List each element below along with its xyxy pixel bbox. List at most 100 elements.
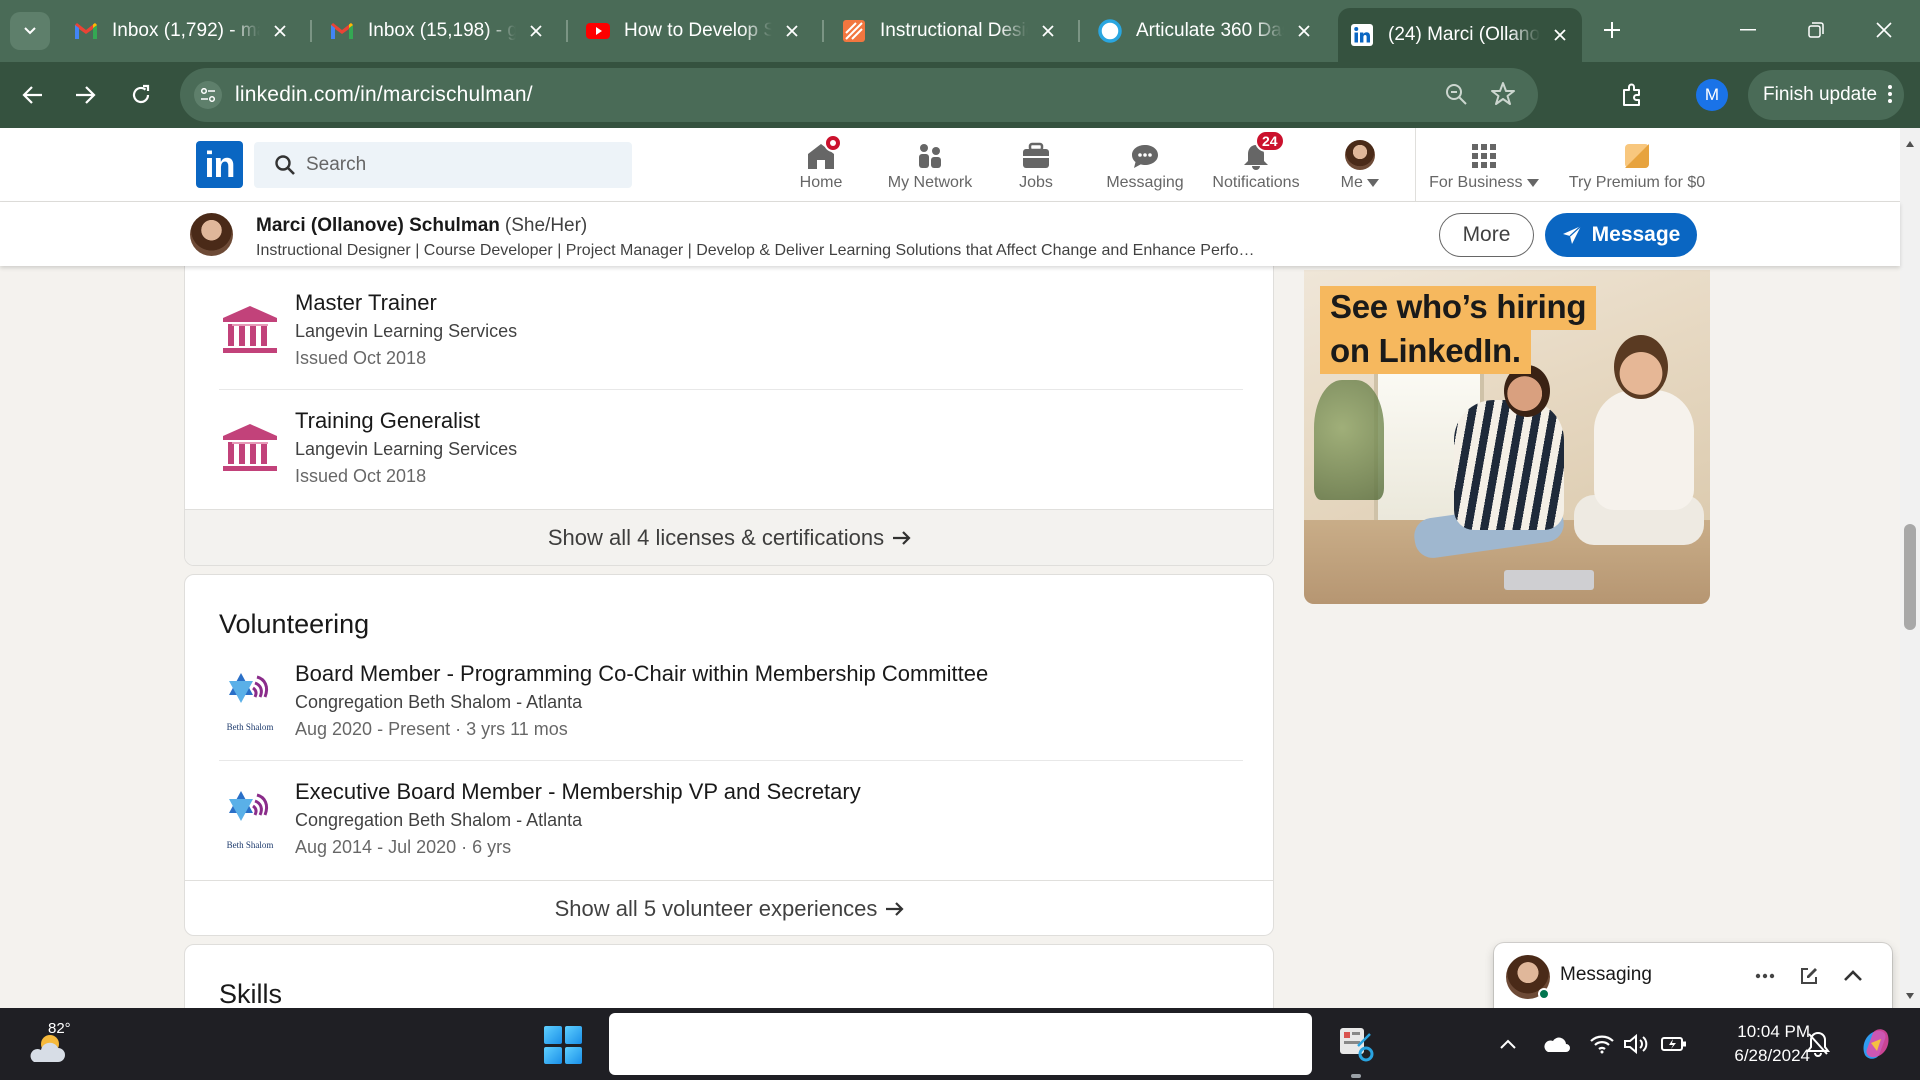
browser-tab[interactable]: How to Develop Scenario-Based Learning [574,10,814,52]
institution-icon [223,424,277,471]
volunteer-item[interactable]: Beth Shalom Board Member - Programming C… [219,661,1243,743]
windows-logo-icon [544,1026,562,1044]
linkedin-logo[interactable]: in [196,141,243,188]
browser-tab-active[interactable]: (24) Marci (Ollanove) Schulman [1338,8,1582,62]
url-text: linkedin.com/in/marcischulman/ [235,83,533,106]
extensions-button[interactable] [1612,74,1654,116]
more-button[interactable]: More [1439,213,1534,257]
messaging-overlay[interactable]: Messaging [1494,943,1892,1009]
page-scrollbar[interactable] [1900,128,1920,1008]
bookmark-star-icon[interactable] [1490,81,1516,112]
sticky-profile-bar: Marci (Ollanove) Schulman (She/Her) Instr… [0,202,1900,266]
battery-icon[interactable] [1660,1030,1688,1058]
messaging-icon [1130,136,1160,170]
wifi-icon[interactable] [1588,1030,1616,1058]
licenses-certifications-card: Master Trainer Langevin Learning Service… [184,220,1274,566]
restore-button[interactable] [1790,10,1842,50]
copilot-icon[interactable] [1856,1024,1896,1064]
puzzle-icon [1623,83,1640,106]
ad-headline-line1: See who’s hiring [1320,286,1597,330]
certification-item[interactable]: Training Generalist Langevin Learning Se… [219,408,1243,488]
nav-notifications[interactable]: 24 Notifications [1206,130,1306,198]
nav-jobs[interactable]: Jobs [1008,136,1064,198]
scrollbar-thumb[interactable] [1904,524,1916,630]
message-button[interactable]: Message [1545,213,1697,257]
institution-icon [223,306,277,353]
logo-caption: Beth Shalom [226,840,274,850]
close-tab-icon[interactable] [1290,17,1318,45]
system-clock[interactable]: 10:04 PM 6/28/2024 [1700,1020,1810,1068]
nav-label: Home [799,174,843,191]
reload-button[interactable] [120,74,162,116]
compose-icon [1801,968,1817,984]
nav-my-network[interactable]: My Network [880,136,980,198]
nav-home[interactable]: Home [790,134,852,198]
expand-messaging-button[interactable] [1838,961,1868,991]
nav-label: My Network [887,174,973,191]
notification-bell-icon[interactable] [1804,1030,1832,1058]
divider [219,389,1243,390]
close-tab-icon[interactable] [1546,21,1574,49]
browser-tab[interactable]: Instructional Design [830,10,1070,52]
chevron-up-icon [1844,970,1862,981]
nav-messaging[interactable]: Messaging [1100,136,1190,198]
browser-tab[interactable]: Inbox (1,792) - marcischulman@gmail.com [62,10,302,52]
compose-message-button[interactable] [1794,961,1824,991]
profile-avatar[interactable] [190,213,233,256]
close-tab-icon[interactable] [522,17,550,45]
scroll-up-arrow-icon[interactable] [1904,138,1916,150]
onedrive-icon[interactable] [1542,1030,1570,1058]
tab-separator [1078,20,1080,42]
nav-me[interactable]: Me [1330,136,1390,198]
chevron-down-icon [24,27,36,35]
finish-update-button[interactable]: Finish update [1748,70,1904,120]
search-input[interactable] [306,142,616,188]
show-all-volunteer-link[interactable]: Show all 5 volunteer experiences [185,880,1273,935]
running-indicator [1351,1074,1361,1078]
browser-profile-avatar[interactable]: M [1696,79,1728,111]
certification-title: Training Generalist [295,408,481,433]
nav-try-premium[interactable]: Try Premium for $0 [1564,136,1710,198]
volunteer-item[interactable]: Beth Shalom Executive Board Member - Mem… [219,779,1243,861]
volume-icon[interactable] [1622,1030,1650,1058]
taskbar-app-snipping-tool[interactable] [1336,1024,1376,1078]
tab-title: Inbox (15,198) - gail@gmail.com [368,20,516,41]
minimize-icon [1740,29,1756,31]
linkedin-hiring-ad[interactable]: See who’s hiring on LinkedIn. [1304,270,1710,604]
clock-time: 10:04 PM [1737,1022,1810,1041]
nav-for-business[interactable]: For Business [1428,136,1540,198]
zoom-icon[interactable] [1444,82,1468,111]
browser-tab[interactable]: Articulate 360 Dashboard [1086,10,1326,52]
clock-date: 6/28/2024 [1734,1046,1810,1065]
start-button[interactable] [544,1026,582,1064]
address-bar[interactable]: linkedin.com/in/marcischulman/ [180,68,1538,122]
show-hidden-icons-button[interactable] [1494,1030,1522,1058]
tab-search-button[interactable] [10,12,50,50]
search-icon [274,154,296,181]
close-tab-icon[interactable] [778,17,806,45]
site-info-icon[interactable] [194,81,222,109]
browser-tab[interactable]: Inbox (15,198) - gail@gmail.com [318,10,558,52]
taskbar-search-box[interactable] [609,1013,1312,1075]
ad-image-laptop [1504,570,1594,590]
close-window-button[interactable] [1858,10,1910,50]
tab-title: (24) Marci (Ollanove) Schulman [1388,24,1540,45]
new-tab-button[interactable] [1586,10,1638,50]
show-all-certifications-link[interactable]: Show all 4 licenses & certifications [185,509,1273,565]
forward-button[interactable] [64,74,106,116]
home-icon [806,134,842,170]
minimize-button[interactable] [1722,10,1774,50]
close-tab-icon[interactable] [266,17,294,45]
volunteer-dates: Aug 2020 - Present · 3 yrs 11 mos [295,719,568,739]
beth-shalom-logo: Beth Shalom [219,787,281,850]
certification-item[interactable]: Master Trainer Langevin Learning Service… [219,290,1243,370]
close-tab-icon[interactable] [1034,17,1062,45]
linkedin-icon [1350,23,1374,47]
kebab-menu-icon [1888,85,1892,103]
messaging-options-button[interactable] [1750,961,1780,991]
plus-icon [1604,22,1620,38]
back-button[interactable] [12,74,54,116]
scroll-down-arrow-icon[interactable] [1904,990,1916,1002]
certification-issuer: Langevin Learning Services [295,439,518,459]
weather-widget[interactable]: 82° [28,1020,76,1068]
